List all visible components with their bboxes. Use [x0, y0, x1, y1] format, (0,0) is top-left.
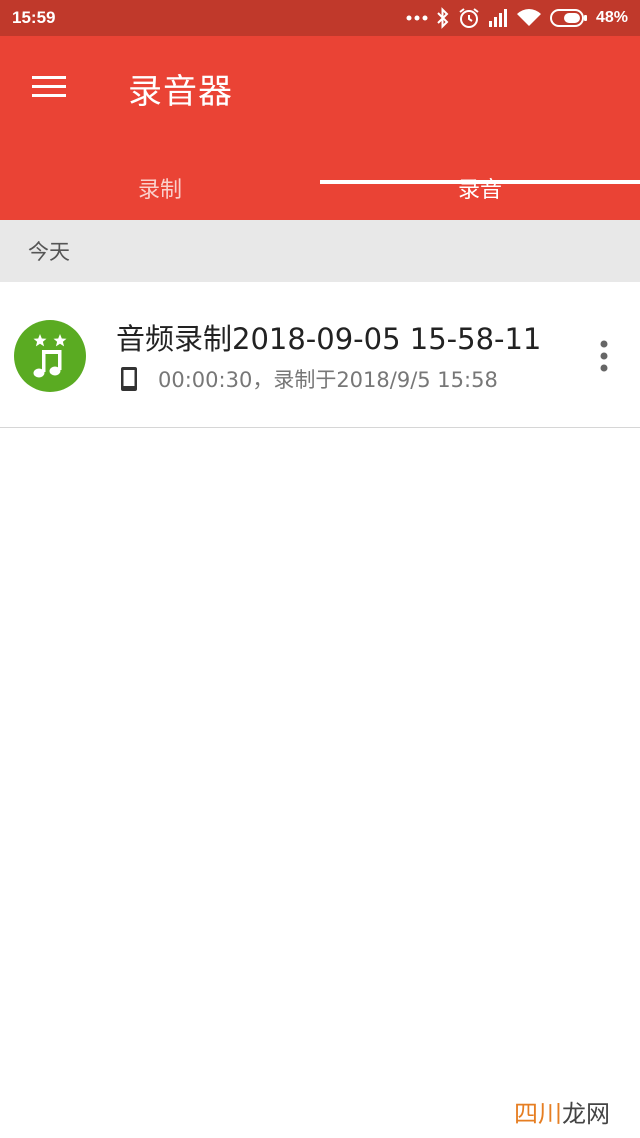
hamburger-menu-icon [32, 76, 66, 97]
section-header-today: 今天 [0, 220, 640, 282]
music-note-icon [33, 334, 67, 378]
menu-button[interactable] [30, 70, 70, 104]
watermark: 四川 龙网 [514, 1094, 610, 1129]
recording-subtitle: 00:00:30，录制于2018/9/5 15:58 [118, 364, 498, 394]
more-options-button[interactable] [590, 338, 618, 374]
recording-list-item[interactable]: 音频录制2018-09-05 15-58-11 00:00:30，录制于2018… [0, 282, 640, 428]
wifi-icon [516, 9, 541, 26]
alarm-icon [459, 8, 479, 28]
app-title: 录音器 [128, 72, 233, 112]
tab-recordings[interactable]: 录音 [320, 156, 640, 220]
active-tab-indicator [320, 180, 640, 184]
tab-bar: 录制 录音 [0, 156, 640, 220]
recording-meta: 00:00:30，录制于2018/9/5 15:58 [158, 368, 498, 392]
status-time: 15:59 [12, 8, 56, 27]
more-vert-icon [600, 340, 608, 372]
battery-icon [549, 9, 587, 27]
status-bar: 15:59 48% [0, 0, 640, 36]
recording-avatar [14, 320, 86, 392]
more-dots-icon [406, 15, 428, 21]
watermark-part2: 龙网 [562, 1100, 610, 1128]
status-icons: 48% [406, 7, 628, 29]
watermark-part1: 四川 [514, 1100, 562, 1128]
app-bar: 录音器 录制 录音 [0, 36, 640, 220]
tab-record[interactable]: 录制 [0, 156, 320, 220]
signal-icon [488, 9, 507, 27]
bluetooth-icon [437, 7, 449, 29]
phone-icon [121, 367, 137, 391]
recording-title: 音频录制2018-09-05 15-58-11 [116, 322, 542, 356]
battery-percent: 48% [595, 9, 628, 26]
